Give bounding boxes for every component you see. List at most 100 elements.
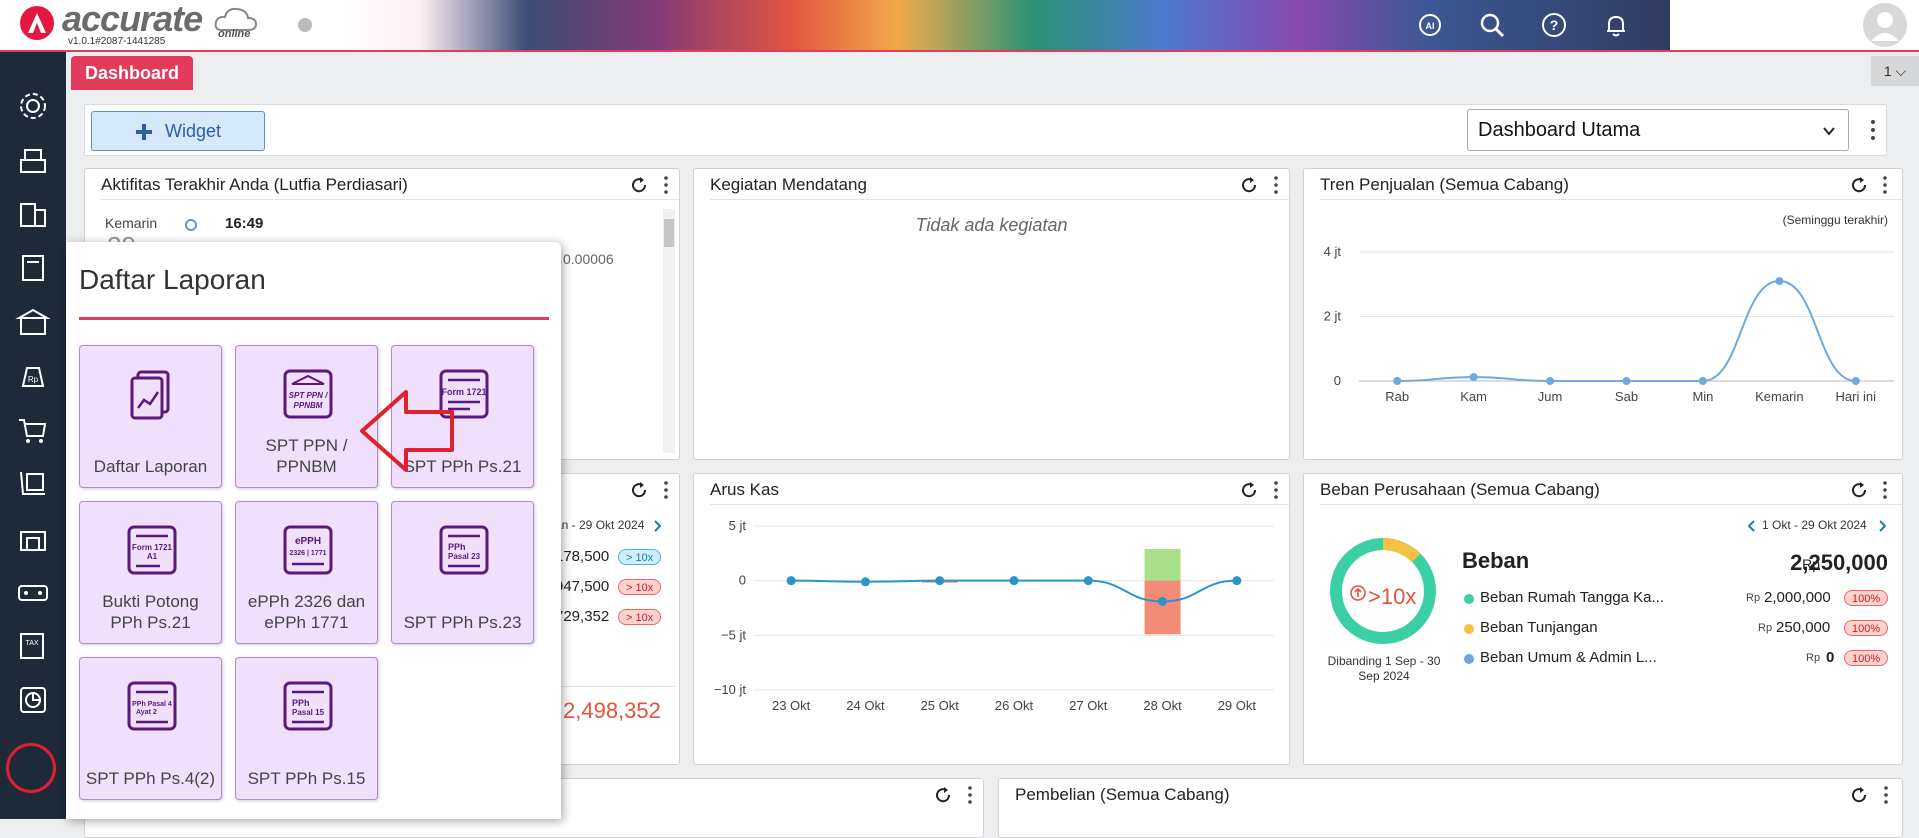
logo[interactable]: accurate online v1.0.1#2087-1441285 xyxy=(0,0,330,50)
money-bag-icon[interactable]: Rp xyxy=(13,356,53,396)
x-tick-label: Rab xyxy=(1385,389,1409,404)
growth-pill: > 10x xyxy=(618,609,662,625)
svg-text:2326 | 1771: 2326 | 1771 xyxy=(290,550,327,557)
currency: Rp xyxy=(1758,622,1773,634)
refresh-icon[interactable] xyxy=(1239,175,1259,195)
title-underline xyxy=(79,317,549,320)
x-tick-label: 26 Okt xyxy=(995,698,1034,713)
gear-icon[interactable] xyxy=(13,86,53,126)
add-widget-button[interactable]: Widget xyxy=(91,111,265,151)
report-icon[interactable] xyxy=(13,680,53,720)
svg-text:PPh Pasal 4: PPh Pasal 4 xyxy=(132,701,172,708)
cart-icon[interactable] xyxy=(13,410,53,450)
svg-text:PPNBM: PPNBM xyxy=(294,401,323,410)
chevron-left-icon[interactable] xyxy=(1748,520,1756,532)
expense-item-label: Beban Umum & Admin L... xyxy=(1480,649,1657,666)
x-tick-label: 25 Okt xyxy=(921,698,960,713)
scrollbar[interactable] xyxy=(663,209,675,453)
tile-daftar-laporan[interactable]: Daftar Laporan xyxy=(79,345,222,488)
kebab-menu-icon[interactable] xyxy=(1882,175,1888,195)
data-point xyxy=(860,577,870,587)
book-icon[interactable] xyxy=(13,248,53,288)
pph-pasal-4-icon: PPh Pasal 4Ayat 2 xyxy=(127,681,177,731)
row-value: 947,500 xyxy=(555,578,610,595)
chevron-right-icon[interactable] xyxy=(1878,520,1886,532)
svg-text:TAX: TAX xyxy=(25,640,38,647)
logo-sub: online xyxy=(218,28,251,40)
kebab-menu-icon[interactable] xyxy=(663,480,669,500)
svg-text:Pasal 23: Pasal 23 xyxy=(448,552,481,561)
kebab-menu-icon[interactable] xyxy=(1882,480,1888,500)
percent-pill: 100% xyxy=(1844,650,1889,666)
refresh-icon[interactable] xyxy=(629,480,649,500)
kebab-menu-icon[interactable] xyxy=(1883,785,1889,805)
kebab-menu-icon[interactable] xyxy=(663,175,669,195)
dashboard-select[interactable]: Dashboard Utama xyxy=(1467,109,1849,151)
widget-title: Kegiatan Mendatang xyxy=(710,175,867,194)
refresh-icon[interactable] xyxy=(1239,480,1259,500)
ai-icon[interactable]: AI xyxy=(1416,11,1444,39)
expense-item-value: 250,000 xyxy=(1776,619,1831,636)
report-list-panel: Daftar Laporan Daftar Laporan SPT PPN / P… xyxy=(66,242,561,819)
y-tick-label: 5 jt xyxy=(729,518,747,533)
top-bar: accurate online v1.0.1#2087-1441285 AI ?… xyxy=(0,0,1919,52)
trolley-icon[interactable] xyxy=(13,464,53,504)
help-icon[interactable]: ? xyxy=(1540,11,1568,39)
tile-spt-pph-4-2[interactable]: PPh Pasal 4 Ayat 2 SPT PPh Ps.4(2) xyxy=(79,657,222,800)
tab-count-dropdown[interactable]: 1 ⌵ xyxy=(1871,56,1919,86)
dashboard-select-value: Dashboard Utama xyxy=(1478,119,1641,141)
refresh-icon[interactable] xyxy=(1849,175,1869,195)
svg-text:SPT PPN /: SPT PPN / xyxy=(289,391,328,400)
svg-text:PPh: PPh xyxy=(448,542,466,552)
currency: Rp xyxy=(1806,652,1821,664)
x-tick-label: Kemarin xyxy=(1755,389,1803,404)
data-point xyxy=(1393,377,1402,385)
widget-title: Tren Penjualan (Semua Cabang) xyxy=(1320,175,1569,194)
activity-day: Kemarin xyxy=(105,215,158,231)
search-icon[interactable] xyxy=(1478,11,1506,39)
header-banner xyxy=(340,0,1670,50)
tile-label: SPT PPh Ps.23 xyxy=(403,613,522,632)
tile-spt-pph-15[interactable]: PPh Pasal 15 SPT PPh Ps.15 xyxy=(235,657,378,800)
kebab-menu-icon[interactable] xyxy=(1273,175,1279,195)
building-icon[interactable] xyxy=(13,194,53,234)
tile-spt-pph-23[interactable]: PPh Pasal 23 SPT PPh Ps.23 xyxy=(391,501,534,644)
chevron-right-icon[interactable] xyxy=(653,520,661,532)
bell-icon[interactable] xyxy=(1602,11,1630,39)
kebab-menu-icon[interactable] xyxy=(1870,119,1876,141)
refresh-icon[interactable] xyxy=(1849,785,1869,805)
bank-icon[interactable] xyxy=(13,302,53,342)
svg-text:ePPH: ePPH xyxy=(295,536,321,547)
plus-icon xyxy=(136,124,152,140)
donut-label: >10x xyxy=(1368,584,1417,609)
tile-label: SPT PPh Ps.4(2) xyxy=(85,769,216,788)
widget-title: Beban Perusahaan (Semua Cabang) xyxy=(1320,480,1600,499)
svg-text:Form 1721: Form 1721 xyxy=(132,543,173,552)
tile-spt-ppn[interactable]: SPT PPN / PPNBM SPT PPN / PPNBM xyxy=(235,345,378,488)
empty-state: Tidak ada kegiatan xyxy=(915,215,1068,235)
widget-title: Aktifitas Terakhir Anda (Lutfia Perdiasa… xyxy=(101,175,408,194)
tax-icon[interactable]: TAX xyxy=(13,626,53,666)
logo-text: accurate xyxy=(62,0,203,39)
refresh-icon[interactable] xyxy=(933,785,953,805)
refresh-icon[interactable] xyxy=(629,175,649,195)
pph-pasal-15-icon: PPhPasal 15 xyxy=(283,681,333,731)
x-tick-label: Sab xyxy=(1615,389,1638,404)
data-point xyxy=(1698,377,1707,385)
kebab-menu-icon[interactable] xyxy=(1273,480,1279,500)
tile-bukti-potong[interactable]: Form 1721 A1 Bukti Potong PPh Ps.21 xyxy=(79,501,222,644)
x-tick-label: 28 Okt xyxy=(1143,698,1182,713)
form-1721-a1-icon: Form 1721A1 xyxy=(127,525,177,575)
avatar[interactable] xyxy=(1863,3,1907,47)
user-name[interactable]: Lutfia Perdiasari xyxy=(1745,30,1846,46)
refresh-icon[interactable] xyxy=(1849,480,1869,500)
production-icon[interactable] xyxy=(13,572,53,612)
company-name[interactable]: Retail Sample xyxy=(1709,4,1846,30)
tab-dashboard[interactable]: Dashboard xyxy=(71,56,194,90)
cash-register-icon[interactable] xyxy=(13,140,53,180)
warehouse-icon[interactable] xyxy=(13,518,53,558)
kebab-menu-icon[interactable] xyxy=(967,785,973,805)
tile-epph[interactable]: ePPH 2326 | 1771 ePPh 2326 dan ePPh 1771 xyxy=(235,501,378,644)
status-dot xyxy=(298,18,312,32)
spt-ppn-icon: SPT PPN /PPNBM xyxy=(283,369,333,419)
